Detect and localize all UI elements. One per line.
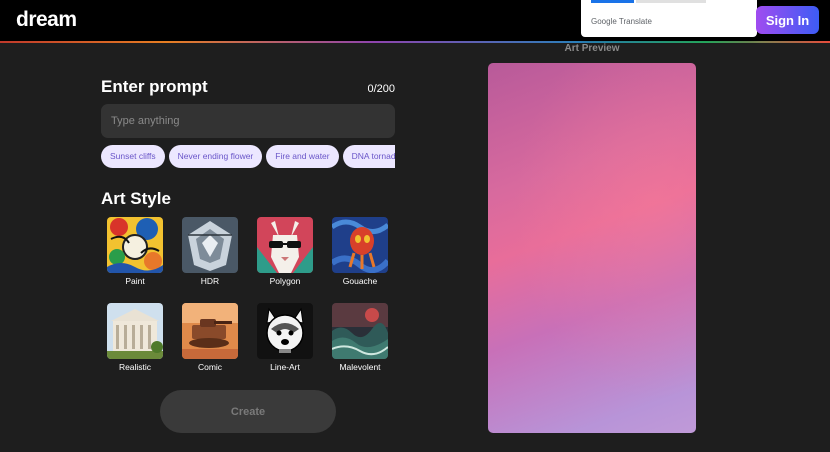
style-label: Line-Art bbox=[270, 362, 300, 372]
translate-tab-active[interactable] bbox=[591, 0, 634, 3]
style-label: Comic bbox=[197, 362, 223, 372]
google-brand-text: Google bbox=[591, 17, 617, 26]
art-preview-label: Art Preview bbox=[564, 43, 620, 54]
google-translate-popup[interactable]: Google Translate bbox=[581, 0, 757, 37]
style-label: Malevolent bbox=[339, 362, 381, 372]
comic-thumbnail-icon bbox=[182, 303, 238, 359]
translate-tab-inactive[interactable] bbox=[636, 0, 706, 3]
paint-thumbnail-icon bbox=[107, 217, 163, 273]
style-option-comic[interactable]: Comic bbox=[179, 303, 241, 372]
art-preview-canvas bbox=[488, 63, 696, 433]
style-option-malevolent[interactable]: Malevolent bbox=[329, 303, 391, 372]
style-label: Gouache bbox=[342, 276, 378, 286]
translate-product-text: Translate bbox=[618, 17, 652, 26]
style-label: HDR bbox=[200, 276, 220, 286]
suggestion-chip[interactable]: DNA tornado bbox=[342, 145, 395, 168]
prompt-input[interactable] bbox=[101, 104, 395, 138]
style-option-hdr[interactable]: HDR bbox=[179, 217, 241, 286]
gouache-thumbnail-icon bbox=[332, 217, 388, 273]
sign-in-button[interactable]: Sign In bbox=[756, 6, 819, 34]
rainbow-divider bbox=[0, 41, 830, 43]
style-option-paint[interactable]: Paint bbox=[104, 217, 166, 286]
style-label: Realistic bbox=[118, 362, 152, 372]
style-option-polygon[interactable]: Polygon bbox=[254, 217, 316, 286]
hdr-thumbnail-icon bbox=[182, 217, 238, 273]
enter-prompt-heading: Enter prompt bbox=[101, 77, 208, 96]
style-option-realistic[interactable]: Realistic bbox=[104, 303, 166, 372]
logo[interactable]: dream bbox=[16, 8, 77, 32]
google-translate-branding: Google Translate bbox=[591, 17, 652, 26]
style-option-line-art[interactable]: Line-Art bbox=[254, 303, 316, 372]
style-option-gouache[interactable]: Gouache bbox=[329, 217, 391, 286]
malevolent-thumbnail-icon bbox=[332, 303, 388, 359]
suggestion-chip[interactable]: Sunset cliffs bbox=[101, 145, 165, 168]
realistic-thumbnail-icon bbox=[107, 303, 163, 359]
style-label: Polygon bbox=[269, 276, 301, 286]
polygon-thumbnail-icon bbox=[257, 217, 313, 273]
line-art-thumbnail-icon bbox=[257, 303, 313, 359]
style-label: Paint bbox=[125, 276, 145, 286]
suggestion-chip[interactable]: Never ending flower bbox=[168, 145, 263, 168]
art-style-heading: Art Style bbox=[101, 189, 171, 208]
suggestion-chip[interactable]: Fire and water bbox=[266, 145, 339, 168]
prompt-suggestions: Sunset cliffs Never ending flower Fire and… bbox=[101, 145, 395, 169]
prompt-char-counter: 0/200 bbox=[367, 83, 395, 95]
create-button[interactable]: Create bbox=[160, 390, 336, 433]
